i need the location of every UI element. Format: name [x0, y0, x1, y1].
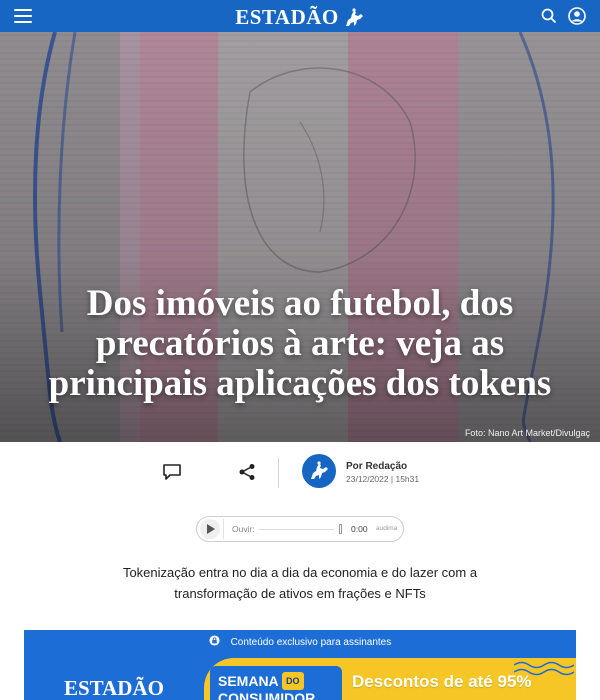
home-link[interactable]: ESTADÃO [235, 5, 364, 30]
photo-credit: Foto: Nano Art Market/Divulgaç [464, 428, 590, 438]
audio-label: Ouvir: [232, 524, 255, 534]
article-subtitle: Tokenização entra no dia a dia da econom… [122, 565, 478, 601]
promo-logo: ESTADÃO [64, 676, 164, 700]
search-icon[interactable] [541, 8, 557, 24]
publish-date: 23/12/2022 | 15h31 [346, 474, 420, 484]
campaign-do: DO [282, 672, 304, 690]
site-logo: ESTADÃO [0, 5, 600, 30]
promo-offer: Descontos de até 95% [352, 672, 532, 691]
campaign-badge: SEMANA DO CONSUMIDOR [210, 666, 342, 700]
campaign-line2: CONSUMIDOR [218, 690, 316, 700]
play-button[interactable] [200, 519, 220, 539]
audio-progress-track[interactable] [259, 529, 334, 530]
lock-icon [209, 635, 220, 646]
comment-icon[interactable] [162, 463, 182, 481]
campaign-line1: SEMANA [218, 673, 279, 689]
promo-body: ESTADÃO SEMANA DO CONSUMIDOR Descontos d… [24, 656, 576, 700]
horse-rider-icon [345, 7, 363, 26]
subscriber-notice-text: Conteúdo exclusivo para assinantes [230, 637, 392, 648]
menu-icon[interactable] [14, 9, 32, 23]
audio-time: 0:00 [351, 524, 368, 534]
wave-decoration-icon [514, 661, 574, 676]
article-title: Dos imóveis ao futebol, dos precatórios … [48, 283, 552, 404]
top-bar: ESTADÃO [0, 0, 600, 32]
article-meta-row: Por Redação 23/12/2022 | 15h31 [0, 450, 600, 496]
audio-brand[interactable]: audima [376, 525, 397, 532]
hero-image: Dos imóveis ao futebol, dos precatórios … [0, 32, 600, 442]
audio-bar-icon [339, 524, 342, 534]
logo-text: ESTADÃO [235, 5, 339, 29]
author-avatar[interactable] [302, 454, 336, 488]
user-icon[interactable] [568, 7, 586, 25]
audio-player: Ouvir: 0:00 audima [196, 516, 404, 542]
paywall-banner[interactable]: Conteúdo exclusivo para assinantes ESTAD… [24, 630, 576, 700]
promo-logo-text: ESTADÃO [64, 676, 164, 700]
author-name[interactable]: Por Redação [346, 461, 407, 472]
subscriber-notice: Conteúdo exclusivo para assinantes [24, 630, 576, 656]
divider [278, 458, 279, 488]
divider [223, 519, 224, 539]
share-icon[interactable] [238, 463, 256, 481]
horse-rider-icon [311, 461, 328, 479]
